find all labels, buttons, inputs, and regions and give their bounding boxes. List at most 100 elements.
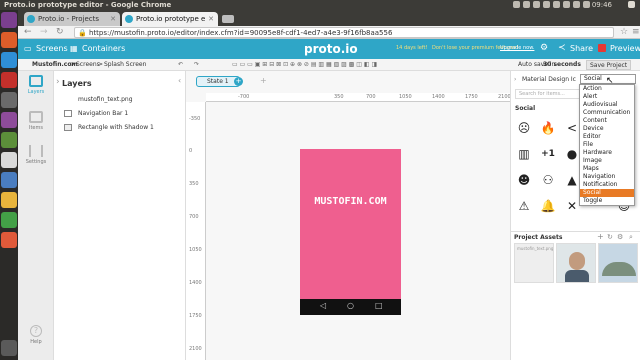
notifications-active-icon[interactable]: ⚠	[513, 195, 535, 217]
volume-icon[interactable]	[573, 1, 580, 8]
redo-icon[interactable]: ↷	[194, 59, 199, 71]
rail-layers[interactable]: Layers	[18, 75, 54, 95]
device-screen[interactable]: MUSTOFIN.COM	[300, 149, 401, 299]
screens-button[interactable]: Screens	[36, 44, 68, 54]
refresh-icon[interactable]: ↻	[607, 233, 613, 241]
option-audiovisual[interactable]: Audiovisual	[580, 101, 634, 109]
option-alert[interactable]: Alert	[580, 93, 634, 101]
layer-item[interactable]: mustofin_text.png	[54, 93, 184, 106]
network-icon[interactable]	[523, 1, 530, 8]
collapse-panel-icon[interactable]: ‹	[178, 76, 181, 85]
terminal-icon[interactable]	[1, 92, 17, 108]
add-asset-icon[interactable]: +	[597, 232, 604, 241]
option-social[interactable]: Social	[580, 189, 634, 197]
amazon-icon[interactable]	[1, 192, 17, 208]
option-image[interactable]: Image	[580, 157, 634, 165]
settings-icon[interactable]: ⚙	[540, 43, 548, 53]
horizontal-ruler: -700 350 700 1050 1400 1750 2100	[206, 93, 511, 102]
tab-projects[interactable]: Proto.io - Projects ✕	[24, 12, 120, 26]
poll-icon[interactable]: ▥	[513, 143, 535, 165]
whatshot-icon[interactable]: 🔥	[537, 117, 559, 139]
undo-icon[interactable]: ↶	[178, 59, 183, 71]
back-icon[interactable]: ←	[24, 27, 32, 37]
toolbar-icons[interactable]: ▭ ▭ ▭ ▣ ⊞ ⊟ ⊠ ⊡ ⊕ ⊗ ⊘ ▤ ▥ ▦ ▧ ▨ ▩ ◫ ◧ ◨	[232, 59, 377, 71]
home-nav-icon[interactable]: ○	[347, 301, 354, 310]
close-tab-icon[interactable]: ✕	[110, 12, 116, 26]
app-icon[interactable]	[1, 212, 17, 228]
store-icon[interactable]	[1, 172, 17, 188]
option-editor[interactable]: Editor	[580, 133, 634, 141]
files-icon[interactable]	[1, 32, 17, 48]
forward-icon[interactable]: →	[40, 27, 48, 37]
search-assets-icon[interactable]: ⌕	[629, 233, 633, 242]
dash-icon[interactable]	[1, 12, 17, 28]
option-file[interactable]: File	[580, 141, 634, 149]
rail-settings[interactable]: Settings	[18, 145, 54, 165]
add-state-button[interactable]: +	[234, 77, 243, 86]
category-dropdown[interactable]: Action Alert Audiovisual Communication C…	[579, 84, 635, 206]
trash-icon[interactable]	[1, 340, 17, 356]
power-icon[interactable]	[628, 1, 635, 8]
option-toggle[interactable]: Toggle	[580, 197, 634, 205]
layer-item[interactable]: Navigation Bar 1	[54, 107, 184, 120]
mood-bad-icon[interactable]: ☹	[513, 117, 535, 139]
address-bar[interactable]: 🔒 https://mustofin.proto.io/editor/index…	[74, 27, 614, 38]
clock[interactable]: 09:46	[592, 0, 612, 10]
rail-items[interactable]: Items	[18, 111, 54, 131]
wifi-icon[interactable]	[553, 1, 560, 8]
android-nav-bar[interactable]: ◁ ○ □	[300, 299, 401, 315]
option-hardware[interactable]: Hardware	[580, 149, 634, 157]
bluetooth-icon[interactable]	[543, 1, 550, 8]
preview-button[interactable]: Preview	[610, 44, 640, 54]
app-icon-2[interactable]	[1, 232, 17, 248]
back-nav-icon[interactable]: ◁	[320, 301, 326, 310]
group-icon[interactable]: ☻	[513, 169, 535, 191]
option-action[interactable]: Action	[580, 85, 634, 93]
option-navigation[interactable]: Navigation	[580, 173, 634, 181]
save-project-button[interactable]: Save Project	[586, 60, 632, 70]
add-icon[interactable]: +	[260, 76, 267, 85]
libreoffice-icon[interactable]	[1, 132, 17, 148]
library-search-input[interactable]: Search for items...	[515, 89, 581, 99]
people-outline-icon[interactable]: ⚇	[537, 169, 559, 191]
search-placeholder: Search for items...	[519, 91, 565, 97]
plus-one-icon[interactable]: +1	[537, 143, 559, 165]
launcher	[0, 10, 18, 360]
bookmark-star-icon[interactable]: ☆	[620, 27, 628, 37]
new-tab-button[interactable]	[222, 15, 234, 23]
chrome-icon[interactable]	[1, 52, 17, 68]
ruler-tick: -350	[189, 116, 201, 122]
canvas-area[interactable]: State 1 + + -700 350 700 1050 1400 1750 …	[186, 71, 511, 360]
share-button[interactable]: Share	[570, 44, 593, 54]
layer-item[interactable]: Rectangle with Shadow 1	[54, 121, 184, 134]
asset-thumb-photo[interactable]	[556, 243, 596, 283]
option-device[interactable]: Device	[580, 125, 634, 133]
recents-nav-icon[interactable]: □	[375, 301, 383, 310]
option-maps[interactable]: Maps	[580, 165, 634, 173]
keyboard-icon[interactable]	[533, 1, 540, 8]
option-notification[interactable]: Notification	[580, 181, 634, 189]
tab-editor[interactable]: Proto.io prototype e ✕	[122, 12, 218, 26]
asset-thumb-landscape[interactable]	[598, 243, 638, 283]
rail-help[interactable]: ? Help	[18, 325, 54, 345]
settings-app-icon[interactable]	[1, 112, 17, 128]
dropbox-icon[interactable]	[513, 1, 520, 8]
breadcrumb-mid[interactable]: Screens	[76, 59, 100, 71]
assets-title: Project Assets	[514, 234, 563, 241]
assets-settings-icon[interactable]: ⚙	[617, 233, 623, 241]
firefox-icon[interactable]	[1, 72, 17, 88]
battery-icon[interactable]	[563, 1, 570, 8]
text-editor-icon[interactable]	[1, 152, 17, 168]
collapse-icon[interactable]: ›	[56, 77, 60, 87]
reload-icon[interactable]: ↻	[56, 27, 64, 37]
upgrade-link[interactable]: Upgrade now.	[500, 45, 534, 51]
mail-icon[interactable]	[583, 1, 590, 8]
option-communication[interactable]: Communication	[580, 109, 634, 117]
option-content[interactable]: Content	[580, 117, 634, 125]
containers-button[interactable]: Containers	[82, 44, 125, 54]
notifications-icon[interactable]: 🔔	[537, 195, 559, 217]
close-tab-icon[interactable]: ✕	[208, 12, 214, 26]
expand-icon[interactable]: ›	[514, 76, 516, 83]
asset-thumb-text[interactable]: mustofin_text.png	[514, 243, 554, 283]
menu-icon[interactable]: ≡	[632, 27, 640, 37]
